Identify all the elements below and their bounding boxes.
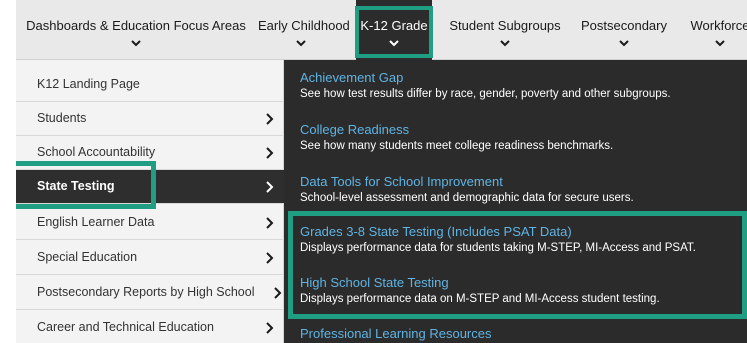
menu-item-label: English Learner Data [37, 215, 155, 229]
submenu-item-grades-3-8-state-testing[interactable]: Grades 3-8 State Testing (Includes PSAT … [300, 224, 696, 254]
menu-item-postsecondary-reports[interactable]: Postsecondary Reports by High School [16, 276, 284, 310]
menu-item-k12-landing-page[interactable]: K12 Landing Page [16, 68, 284, 102]
nav-dashboards[interactable]: Dashboards & Education Focus Areas [26, 0, 246, 60]
left-menu: K12 Landing Page Students School Account… [16, 60, 284, 343]
submenu-description: Displays performance data on M-STEP and … [300, 293, 660, 305]
submenu-item-achievement-gap[interactable]: Achievement Gap See how test results dif… [300, 70, 671, 100]
chevron-right-icon [266, 113, 274, 125]
chevron-right-icon [274, 287, 282, 299]
chevron-down-icon [619, 40, 629, 47]
nav-postsecondary[interactable]: Postsecondary [576, 0, 672, 60]
menu-item-label: Students [37, 111, 87, 125]
nav-student-subgroups[interactable]: Student Subgroups [448, 0, 562, 60]
nav-label: Early Childhood [258, 18, 350, 33]
submenu-description: School-level assessment and demographic … [300, 192, 634, 204]
top-navigation: Dashboards & Education Focus Areas Early… [16, 0, 747, 60]
submenu-title[interactable]: Grades 3-8 State Testing (Includes PSAT … [300, 224, 696, 239]
submenu-title[interactable]: Data Tools for School Improvement [300, 174, 634, 189]
menu-item-label: Career and Technical Education [37, 320, 214, 334]
submenu-description: Displays performance data for students t… [300, 242, 696, 254]
submenu-title[interactable]: Achievement Gap [300, 70, 671, 85]
submenu-item-data-tools[interactable]: Data Tools for School Improvement School… [300, 174, 634, 204]
submenu-item-professional-learning[interactable]: Professional Learning Resources [300, 326, 492, 341]
chevron-right-icon [266, 322, 274, 334]
chevron-right-icon [266, 252, 274, 264]
menu-item-label: K12 Landing Page [37, 77, 140, 91]
nav-label: K-12 Grade [360, 18, 428, 33]
nav-workforce[interactable]: Workforce [682, 0, 747, 60]
submenu-item-college-readiness[interactable]: College Readiness See how many students … [300, 122, 613, 152]
chevron-down-icon [131, 40, 141, 47]
menu-item-state-testing[interactable]: State Testing [16, 170, 284, 204]
nav-label: Workforce [690, 18, 747, 33]
menu-item-label: State Testing [37, 179, 115, 193]
chevron-right-icon [266, 181, 274, 193]
nav-label: Dashboards & Education Focus Areas [26, 18, 246, 33]
chevron-right-icon [266, 217, 274, 229]
submenu-title[interactable]: College Readiness [300, 122, 613, 137]
chevron-down-icon [296, 40, 306, 47]
menu-item-career-technical-education[interactable]: Career and Technical Education [16, 311, 284, 343]
app-frame: Dashboards & Education Focus Areas Early… [16, 0, 747, 343]
menu-item-school-accountability[interactable]: School Accountability [16, 136, 284, 170]
chevron-down-icon [389, 40, 399, 47]
menu-item-english-learner-data[interactable]: English Learner Data [16, 206, 284, 240]
submenu-description: See how test results differ by race, gen… [300, 88, 671, 100]
chevron-down-icon [715, 40, 725, 47]
chevron-right-icon [266, 147, 274, 159]
menu-item-label: School Accountability [37, 145, 156, 159]
chevron-down-icon [500, 40, 510, 47]
menu-item-students[interactable]: Students [16, 102, 284, 136]
submenu-item-high-school-state-testing[interactable]: High School State Testing Displays perfo… [300, 275, 660, 305]
menu-item-special-education[interactable]: Special Education [16, 241, 284, 275]
nav-k12-grade[interactable]: K-12 Grade [356, 0, 432, 60]
menu-item-label: Postsecondary Reports by High School [37, 285, 255, 299]
submenu-title[interactable]: Professional Learning Resources [300, 326, 492, 341]
menu-item-label: Special Education [37, 250, 138, 264]
nav-label: Postsecondary [581, 18, 667, 33]
submenu-panel: Achievement Gap See how test results dif… [284, 60, 747, 343]
nav-label: Student Subgroups [449, 18, 561, 33]
submenu-description: See how many students meet college readi… [300, 140, 614, 152]
nav-early-childhood[interactable]: Early Childhood [258, 0, 350, 60]
submenu-title[interactable]: High School State Testing [300, 275, 660, 290]
